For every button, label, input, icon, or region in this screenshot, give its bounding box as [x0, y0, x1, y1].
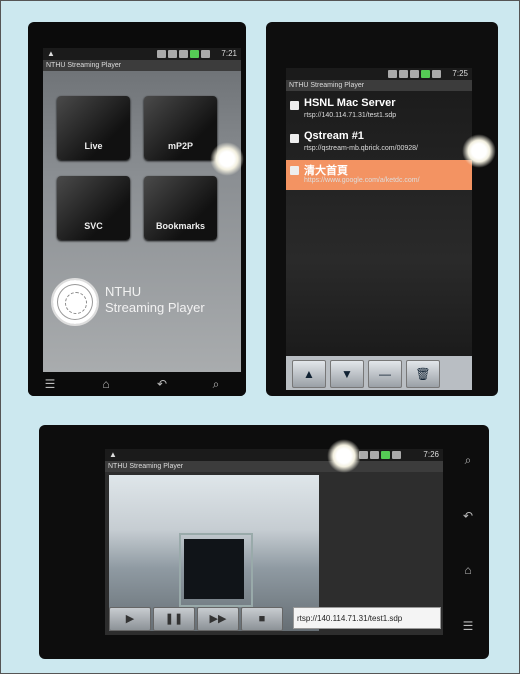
hardware-nav-bar: ☰ ⌂ ↶ ⌕: [28, 372, 246, 396]
status-icons: [155, 50, 215, 58]
bookmark-checkbox[interactable]: [290, 134, 299, 143]
bookmark-checkbox[interactable]: [290, 166, 299, 175]
bookmark-name: 清大首頁: [304, 165, 348, 177]
pause-button[interactable]: ❚❚: [153, 607, 195, 631]
figure-frame: ▲ 7:21 NTHU Streaming Player Live mP2P S…: [0, 0, 520, 674]
phone-main-menu: ▲ 7:21 NTHU Streaming Player Live mP2P S…: [28, 22, 246, 396]
status-icons: [386, 70, 446, 78]
player-screen: ▲ 7:26 NTHU Streaming Player ▶ ❚❚ ▶▶ ■ r…: [105, 449, 443, 635]
bookmarks-button[interactable]: Bookmarks: [144, 176, 217, 240]
university-seal-icon: [51, 278, 99, 326]
stream-url-field[interactable]: rtsp://140.114.71.31/test1.sdp: [293, 607, 441, 629]
bookmark-checkbox[interactable]: [290, 101, 299, 110]
fast-forward-button[interactable]: ▶▶: [197, 607, 239, 631]
status-bar: 7:25: [286, 68, 472, 80]
mp2p-button[interactable]: mP2P: [144, 96, 217, 160]
menu-key-icon[interactable]: ☰: [40, 376, 60, 392]
home-key-icon[interactable]: ⌂: [96, 376, 116, 392]
search-key-icon[interactable]: ⌕: [459, 453, 477, 469]
move-up-button[interactable]: ▲: [292, 360, 326, 388]
app-title: NTHU Streaming Player: [286, 80, 472, 91]
move-down-button[interactable]: ▼: [330, 360, 364, 388]
logo-text-streaming-player: Streaming Player: [105, 300, 205, 315]
camera-flash-glare: [210, 142, 244, 176]
bookmark-url: https://www.google.com/a/ketdc.com/: [304, 177, 420, 184]
app-title: NTHU Streaming Player: [105, 461, 443, 472]
phone-bookmarks: 7:25 NTHU Streaming Player HSNL Mac Serv…: [266, 22, 498, 396]
status-bar: ▲ 7:21: [43, 48, 241, 60]
camera-flash-glare: [327, 439, 361, 473]
search-key-icon[interactable]: ⌕: [206, 376, 226, 392]
bookmark-url: rtsp://140.114.71.31/test1.sdp: [304, 112, 397, 119]
menu-key-icon[interactable]: ☰: [459, 619, 477, 635]
bookmark-item[interactable]: HSNL Mac Server rtsp://140.114.71.31/tes…: [286, 95, 472, 125]
bookmarks-screen: 7:25 NTHU Streaming Player HSNL Mac Serv…: [286, 68, 472, 390]
clock: 7:26: [423, 450, 439, 459]
status-bar: ▲ 7:26: [105, 449, 443, 461]
playback-controls: ▶ ❚❚ ▶▶ ■ rtsp://140.114.71.31/test1.sdp: [109, 606, 441, 632]
play-button[interactable]: ▶: [109, 607, 151, 631]
stop-button[interactable]: ■: [241, 607, 283, 631]
bookmark-item-selected[interactable]: 清大首頁 https://www.google.com/a/ketdc.com/: [286, 160, 472, 190]
logo-text-nthu: NTHU: [105, 284, 142, 299]
edit-button[interactable]: —: [368, 360, 402, 388]
delete-button[interactable]: 🗑: [406, 360, 440, 388]
alert-icon: ▲: [109, 450, 117, 459]
bookmark-name: Qstream #1: [304, 130, 364, 142]
app-title: NTHU Streaming Player: [43, 60, 241, 71]
main-menu-screen: ▲ 7:21 NTHU Streaming Player Live mP2P S…: [43, 48, 241, 372]
back-key-icon[interactable]: ↶: [459, 509, 477, 525]
clock: 7:25: [452, 69, 468, 78]
svc-button[interactable]: SVC: [57, 176, 130, 240]
clock: 7:21: [221, 49, 237, 58]
bookmark-url: rtsp://qstream-mb.qbrick.com/00928/: [304, 145, 418, 152]
bookmark-item[interactable]: Qstream #1 rtsp://qstream-mb.qbrick.com/…: [286, 128, 472, 158]
camera-flash-glare: [462, 134, 496, 168]
bookmark-name: HSNL Mac Server: [304, 97, 396, 109]
status-icons: [357, 451, 417, 459]
phone-video-player: ▲ 7:26 NTHU Streaming Player ▶ ❚❚ ▶▶ ■ r…: [39, 425, 489, 659]
home-key-icon[interactable]: ⌂: [459, 563, 477, 579]
back-key-icon[interactable]: ↶: [152, 376, 172, 392]
app-logo: NTHU Streaming Player: [51, 270, 241, 330]
bookmark-toolbar: ▲ ▼ — 🗑: [286, 356, 472, 390]
live-button[interactable]: Live: [57, 96, 130, 160]
alert-icon: ▲: [47, 49, 55, 58]
